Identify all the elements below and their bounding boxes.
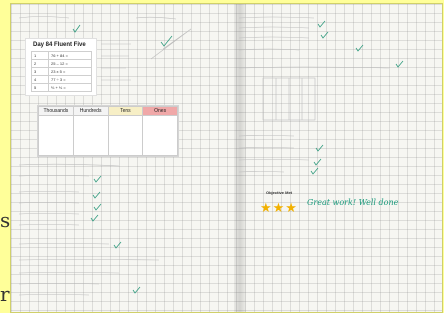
- row-number: 4: [31, 75, 49, 84]
- row-number: 5: [31, 83, 49, 92]
- notebook-photo: Day 84 Fluent Five 1 76 + 84 = 2 25 – 12 =…: [10, 3, 443, 313]
- ones-header: Ones: [142, 106, 178, 116]
- place-value-chart: Thousands Hundreds Tens Ones: [37, 105, 179, 157]
- hundreds-cell: [72, 115, 109, 156]
- row-number: 2: [31, 59, 49, 68]
- objective-met-label: Objective Met: [266, 190, 293, 195]
- place-value-header-row: Thousands Hundreds Tens Ones: [38, 106, 178, 116]
- row-question: 25 – 12 =: [48, 59, 92, 68]
- ones-cell: [142, 115, 178, 156]
- table-row: 1 76 + 84 =: [31, 51, 92, 60]
- fluent-five-title: Day 84 Fluent Five: [33, 42, 86, 48]
- table-row: 4 77 ÷ 3 =: [31, 75, 92, 84]
- fluent-five-sheet: Day 84 Fluent Five 1 76 + 84 = 2 25 – 12 =…: [25, 38, 97, 96]
- tens-cell: [107, 115, 144, 156]
- row-question: 76 + 84 =: [48, 51, 92, 60]
- star-rating: ★★★: [260, 200, 298, 215]
- thousands-header: Thousands: [38, 106, 74, 116]
- row-question: 77 ÷ 3 =: [48, 75, 92, 84]
- teacher-comment: Great work! Well done: [307, 198, 399, 207]
- fluent-five-table: 1 76 + 84 = 2 25 – 12 = 3 23 x 5 = 4 77 ÷ 3 …: [31, 51, 92, 92]
- cropped-edge-letter: r: [0, 282, 10, 306]
- row-question: 23 x 5 =: [48, 67, 92, 76]
- row-number: 1: [31, 51, 49, 60]
- table-row: 3 23 x 5 =: [31, 67, 92, 76]
- thousands-cell: [38, 115, 74, 156]
- table-row: 2 25 – 12 =: [31, 59, 92, 68]
- cropped-edge-letter: s: [0, 208, 11, 232]
- hundreds-header: Hundreds: [72, 106, 109, 116]
- row-number: 3: [31, 67, 49, 76]
- tens-header: Tens: [107, 106, 144, 116]
- table-row: 5⅔ + ⅓ =: [31, 83, 92, 92]
- row-question: ⅔ + ⅓ =: [48, 83, 92, 92]
- place-value-body-row: [38, 115, 178, 156]
